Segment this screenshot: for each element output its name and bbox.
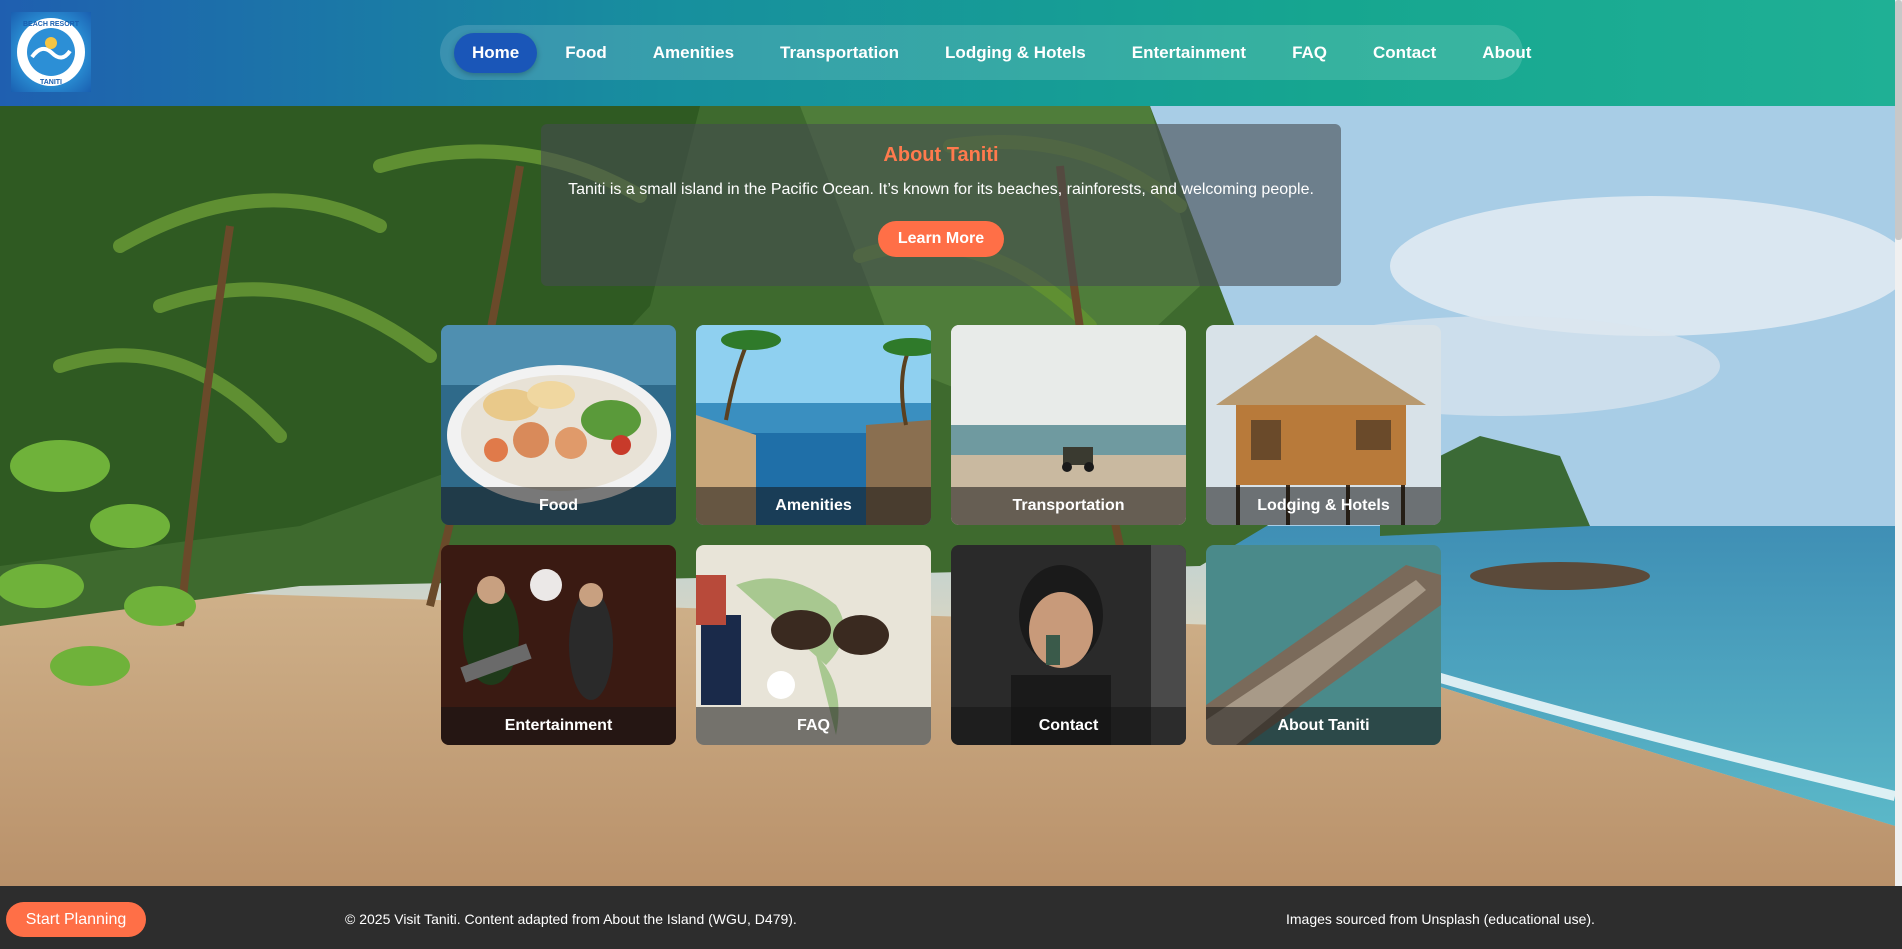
tile-entertainment-label: Entertainment xyxy=(441,707,676,745)
about-title: About Taniti xyxy=(883,144,999,166)
nav-about[interactable]: About xyxy=(1464,33,1549,73)
nav-transportation[interactable]: Transportation xyxy=(762,33,917,73)
learn-more-button[interactable]: Learn More xyxy=(877,221,1005,257)
site-header: BEACH RESORT TANITI Home Food Amenities … xyxy=(0,0,1895,106)
nav-food[interactable]: Food xyxy=(547,33,625,73)
tile-food[interactable]: Food xyxy=(441,325,676,525)
nav-amenities[interactable]: Amenities xyxy=(635,33,752,73)
logo-text-bottom: TANITI xyxy=(40,79,62,86)
tile-entertainment[interactable]: Entertainment xyxy=(441,545,676,745)
scrollbar-thumb[interactable] xyxy=(1895,0,1902,240)
tile-lodging-hotels[interactable]: Lodging & Hotels xyxy=(1206,325,1441,525)
nav-faq[interactable]: FAQ xyxy=(1274,33,1345,73)
tile-amenities[interactable]: Amenities xyxy=(696,325,931,525)
tile-lodging-hotels-label: Lodging & Hotels xyxy=(1206,487,1441,525)
logo-text-top: BEACH RESORT xyxy=(23,21,80,28)
tile-about-taniti-label: About Taniti xyxy=(1206,707,1441,745)
about-panel: About Taniti Taniti is a small island in… xyxy=(541,124,1341,286)
tile-faq-label: FAQ xyxy=(696,707,931,745)
tile-transportation-label: Transportation xyxy=(951,487,1186,525)
tile-food-label: Food xyxy=(441,487,676,525)
nav-home[interactable]: Home xyxy=(454,32,538,73)
main-nav: Home Food Amenities Transportation Lodgi… xyxy=(440,25,1531,80)
footer-image-credits: Images sourced from Unsplash (educationa… xyxy=(1286,911,1595,927)
tile-transportation[interactable]: Transportation xyxy=(951,325,1186,525)
start-planning-button[interactable]: Start Planning xyxy=(6,902,146,937)
site-footer: Start Planning © 2025 Visit Taniti. Cont… xyxy=(0,886,1902,949)
tile-contact[interactable]: Contact xyxy=(951,545,1186,745)
nav-entertainment[interactable]: Entertainment xyxy=(1114,33,1264,73)
nav-contact[interactable]: Contact xyxy=(1355,33,1454,73)
tile-contact-label: Contact xyxy=(951,707,1186,745)
tile-faq[interactable]: FAQ xyxy=(696,545,931,745)
beach-resort-logo[interactable]: BEACH RESORT TANITI xyxy=(11,12,91,92)
tile-amenities-label: Amenities xyxy=(696,487,931,525)
footer-copyright: © 2025 Visit Taniti. Content adapted fro… xyxy=(345,911,797,927)
nav-lodging-hotels[interactable]: Lodging & Hotels xyxy=(927,33,1104,73)
about-text: Taniti is a small island in the Pacific … xyxy=(568,181,1314,198)
tile-about-taniti[interactable]: About Taniti xyxy=(1206,545,1441,745)
